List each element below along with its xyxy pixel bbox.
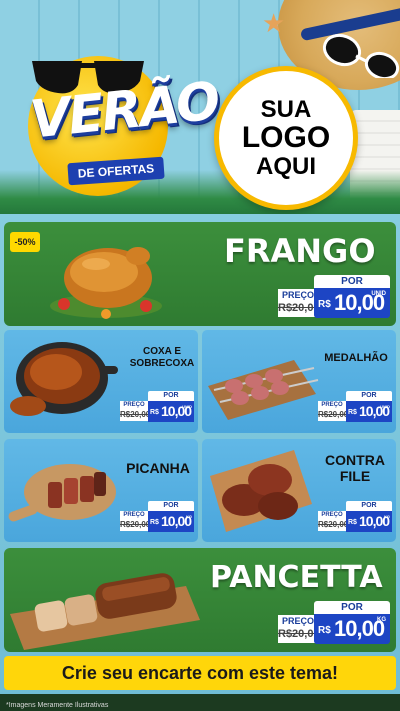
por-label: POR: [346, 501, 392, 511]
unit-label: KG: [186, 514, 192, 519]
new-price-box: R$ 10,00 UNID: [148, 401, 194, 422]
price-tag: POR PREÇO R$20,00 R$ 10,00 UNID: [318, 391, 392, 425]
new-price-box: R$ 10,00 UNID: [346, 401, 392, 422]
product-name: PICANHA: [126, 460, 190, 476]
logo-text-line: AQUI: [256, 152, 316, 180]
logo-text-line: LOGO: [241, 121, 331, 155]
preco-label: PREÇO: [321, 512, 343, 518]
chicken-pan-image: [10, 342, 118, 416]
price-tag: POR PREÇO R$20,00 R$ 10,00 KG: [278, 601, 390, 653]
por-label: POR: [148, 501, 194, 511]
currency-label: R$: [318, 625, 331, 636]
footer: *Imagens Meramente Ilustrativas: [0, 694, 400, 711]
disclaimer-text: *Imagens Meramente Ilustrativas: [6, 702, 109, 709]
logo-placeholder: SUA LOGO AQUI: [214, 66, 358, 210]
preco-label: PREÇO: [281, 290, 314, 300]
old-price-box: PREÇO R$20,00: [120, 401, 151, 421]
price-tag: POR PREÇO R$20,00 R$ 10,00 UNID: [278, 275, 390, 327]
unit-label: UNID: [380, 404, 390, 409]
cta-banner[interactable]: Crie seu encarte com este tema!: [4, 656, 396, 690]
preco-label: PREÇO: [321, 402, 343, 408]
new-price-box: R$ 10,00 UNID: [314, 288, 390, 318]
old-price: R$20,00: [318, 410, 349, 419]
sunglasses-icon: [322, 33, 400, 78]
old-price-box: PREÇO R$20,00: [318, 511, 349, 531]
flyer: ★ VERÃO DE OFERTAS SUA LOGO AQUI -50% FR…: [0, 0, 400, 711]
old-price-box: PREÇO R$20,00: [278, 289, 320, 317]
new-price-box: R$ 10,00 KG: [148, 511, 194, 532]
old-price: R$20,00: [278, 302, 320, 314]
price-tag: POR PREÇO R$20,00 R$ 10,00 KG: [120, 501, 194, 535]
por-label: POR: [314, 601, 390, 614]
price-tag: POR PREÇO R$20,00 R$ 10,00 UNID: [120, 391, 194, 425]
por-label: POR: [314, 275, 390, 288]
currency-label: R$: [150, 409, 159, 416]
roast-chicken-image: [50, 247, 162, 319]
old-price-box: PREÇO R$20,00: [318, 401, 349, 421]
product-name: MEDALHÃO: [324, 352, 388, 364]
new-price-box: R$ 10,00 KG: [346, 511, 392, 532]
unit-label: UNID: [371, 291, 386, 297]
currency-label: R$: [348, 409, 357, 416]
logo-text-line: SUA: [260, 96, 312, 124]
old-price: R$20,00: [318, 520, 349, 529]
por-label: POR: [346, 391, 392, 401]
currency-label: R$: [150, 519, 159, 526]
old-price-box: PREÇO R$20,00: [120, 511, 151, 531]
unit-label: KG: [377, 617, 386, 623]
new-price-box: R$ 10,00 KG: [314, 614, 390, 644]
medallion-skewers-image: [208, 360, 319, 420]
old-price: R$20,00: [120, 410, 151, 419]
preco-label: PREÇO: [281, 616, 314, 626]
starfish-icon: ★: [262, 8, 286, 38]
old-price-box: PREÇO R$20,00: [278, 615, 320, 643]
old-price: R$20,00: [278, 628, 320, 640]
unit-label: KG: [384, 514, 390, 519]
currency-label: R$: [318, 299, 331, 310]
currency-label: R$: [348, 519, 357, 526]
product-name: COXA E SOBRECOXA: [129, 346, 195, 369]
unit-label: UNID: [182, 404, 192, 409]
discount-badge: -50%: [10, 232, 40, 252]
old-price: R$20,00: [120, 520, 151, 529]
cta-text: Crie seu encarte com este tema!: [61, 662, 339, 683]
picanha-board-image: [8, 464, 116, 522]
product-name: CONTRA FILE: [325, 452, 385, 485]
contra-file-image: [210, 450, 312, 532]
preco-label: PREÇO: [123, 512, 145, 518]
price-tag: POR PREÇO R$20,00 R$ 10,00 KG: [318, 501, 392, 535]
pancetta-board-image: [10, 573, 200, 650]
preco-label: PREÇO: [123, 402, 145, 408]
por-label: POR: [148, 391, 194, 401]
product-name: FRANGO: [224, 232, 376, 270]
product-name: PANCETTA: [210, 560, 383, 595]
